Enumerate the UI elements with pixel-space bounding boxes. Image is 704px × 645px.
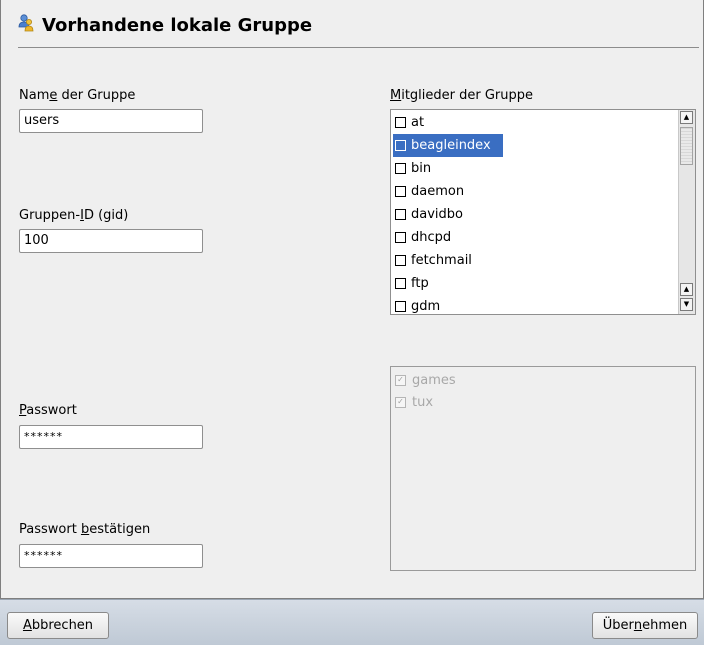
member-label: ftp (411, 276, 429, 291)
member-item[interactable]: beagleindex (393, 134, 503, 157)
member-label: davidbo (411, 207, 463, 222)
label-text: der Gruppe (57, 88, 136, 103)
member-label: dhcpd (411, 230, 452, 245)
checkbox[interactable] (395, 186, 406, 197)
members-scrollbar[interactable]: ▲ ▲ ▼ (678, 110, 695, 314)
member-item[interactable]: at (393, 111, 677, 134)
button-bar: Abbrechen Über n ehmen (0, 599, 704, 645)
member-label: gdm (411, 299, 441, 314)
additional-member-item: ✓ tux (395, 391, 433, 413)
member-label: at (411, 115, 425, 130)
member-item[interactable]: davidbo (393, 203, 677, 226)
checkbox[interactable] (395, 163, 406, 174)
label-text: asswort (26, 403, 77, 418)
member-item[interactable]: gdm (393, 295, 677, 314)
group-icon (18, 14, 34, 36)
label-text: Passwort (19, 522, 81, 537)
scrollbar-thumb[interactable] (680, 127, 693, 165)
checked-checkbox-icon: ✓ (395, 374, 406, 386)
scroll-up-icon[interactable]: ▲ (680, 111, 693, 124)
label-text: Nam (19, 88, 50, 103)
label-text: estätigen (89, 522, 151, 537)
additional-member-item: ✓ games (395, 369, 456, 391)
dialog-body: Vorhandene lokale Gruppe Name der Gruppe… (0, 0, 704, 599)
cancel-button[interactable]: Abbrechen (7, 612, 109, 639)
members-list[interactable]: at beagleindex bin daemon davidbo dhcpd … (390, 109, 696, 315)
button-label: ehmen (642, 618, 688, 633)
label-text: Gruppen- (19, 208, 81, 223)
checkbox[interactable] (395, 140, 406, 151)
member-label: fetchmail (411, 253, 472, 268)
checkbox[interactable] (395, 209, 406, 220)
dialog-header: Vorhandene lokale Gruppe (18, 12, 312, 38)
additional-members-list: ✓ games ✓ tux (390, 366, 696, 571)
checked-checkbox-icon: ✓ (395, 396, 406, 408)
checkbox[interactable] (395, 301, 406, 312)
group-name-input[interactable]: users (19, 109, 203, 133)
group-id-input[interactable]: 100 (19, 229, 203, 253)
member-label: beagleindex (411, 138, 491, 153)
members-label: Mitglieder der Gruppe (390, 88, 533, 103)
checkbox[interactable] (395, 255, 406, 266)
member-label: daemon (411, 184, 465, 199)
group-id-label: Gruppen-ID (gid) (19, 208, 128, 223)
label-text: D (gid) (83, 208, 129, 223)
apply-button[interactable]: Über n ehmen (592, 612, 698, 639)
dialog-title: Vorhandene lokale Gruppe (42, 14, 313, 36)
button-mnemonic: n (633, 618, 643, 633)
member-item[interactable]: bin (393, 157, 677, 180)
member-item[interactable]: ftp (393, 272, 677, 295)
password-label: Passwort (19, 403, 77, 418)
password-confirm-label: Passwort bestätigen (19, 522, 150, 537)
member-item[interactable]: fetchmail (393, 249, 677, 272)
member-item[interactable]: dhcpd (393, 226, 677, 249)
password-confirm-input[interactable]: ****** (19, 544, 203, 568)
member-item[interactable]: daemon (393, 180, 677, 203)
scroll-down-icon[interactable]: ▼ (680, 298, 693, 311)
group-name-label: Name der Gruppe (19, 88, 135, 103)
button-mnemonic: A (22, 618, 32, 633)
member-label: bin (411, 161, 432, 176)
password-input[interactable]: ****** (19, 425, 203, 449)
scroll-up-icon[interactable]: ▲ (680, 283, 693, 296)
label-mnemonic: M (390, 88, 402, 103)
label-text: itglieder der Gruppe (401, 88, 534, 103)
title-divider (18, 47, 699, 48)
label-mnemonic: b (80, 522, 90, 537)
checkbox[interactable] (395, 232, 406, 243)
checkbox[interactable] (395, 117, 406, 128)
button-label: Über (602, 618, 634, 633)
additional-member-label: tux (412, 394, 434, 410)
checkbox[interactable] (395, 278, 406, 289)
additional-member-label: games (412, 372, 456, 388)
button-label: bbrechen (31, 618, 94, 633)
